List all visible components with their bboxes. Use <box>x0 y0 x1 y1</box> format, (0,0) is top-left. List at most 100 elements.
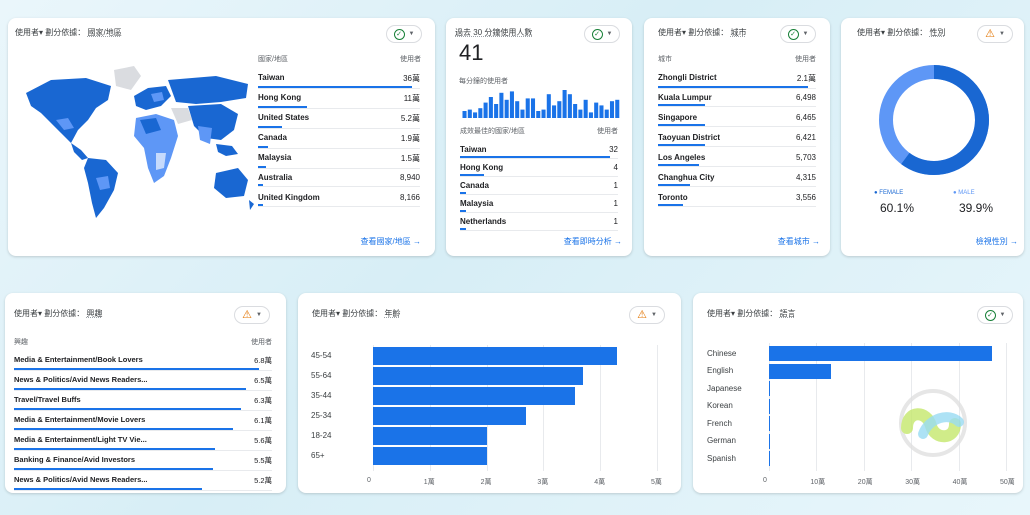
row-share-bar <box>658 164 700 166</box>
row-divider <box>658 186 816 187</box>
row-share-bar <box>14 448 216 450</box>
check-circle-icon: ✓ <box>393 28 405 40</box>
row-value: 1.5萬 <box>400 154 420 163</box>
minute-bar <box>499 92 504 118</box>
age-bar-chart: 0 1萬 2萬 3萬 4萬 5萬 45-54 55-64 35-44 25-34 18-24 65+ <box>298 293 681 493</box>
realtime-title: 過去 30 分鐘使用人數 <box>455 28 533 37</box>
row-value: 6.1萬 <box>254 416 272 425</box>
bar[interactable] <box>373 387 575 405</box>
view-realtime-link[interactable]: 查看即時分析 → <box>564 236 622 247</box>
table-row[interactable]: Travel/Travel Buffs 6.3萬 <box>14 395 272 411</box>
table-row[interactable]: Zhongli District 2.1萬 <box>658 73 816 89</box>
status-ok-button[interactable]: ✓ ▼ <box>780 25 816 43</box>
bar[interactable] <box>769 381 770 396</box>
table-row[interactable]: United Kingdom 8,166 <box>258 193 420 207</box>
table-row[interactable]: Kuala Lumpur 6,498 <box>658 93 816 107</box>
per-minute-label: 每分鐘的使用者 <box>459 78 508 85</box>
row-label: Canada <box>460 181 489 190</box>
bar[interactable] <box>373 407 527 425</box>
row-divider <box>14 490 272 491</box>
status-ok-button[interactable]: ✓ ▼ <box>386 25 422 43</box>
card-title[interactable]: 使用者▾ 劃分依據： 興趣 <box>14 308 102 319</box>
bar[interactable] <box>373 447 487 465</box>
row-divider <box>258 128 420 129</box>
table-row[interactable]: Taoyuan District 6,421 <box>658 133 816 147</box>
status-warning-button[interactable]: ⚠ ▼ <box>977 25 1013 43</box>
table-row[interactable]: Australia 8,940 <box>258 173 420 187</box>
row-value: 6,498 <box>795 93 816 102</box>
row-value: 4,315 <box>795 173 816 182</box>
bar[interactable] <box>373 427 487 445</box>
minute-bar <box>609 101 615 118</box>
table-row[interactable]: Taiwan 32 <box>460 145 618 159</box>
table-row[interactable]: Changhua City 4,315 <box>658 173 816 187</box>
bar[interactable] <box>373 367 584 385</box>
table-row[interactable]: Media & Entertainment/Book Lovers 6.8萬 <box>14 355 272 371</box>
card-title[interactable]: 使用者▾ 劃分依據： 性別 <box>857 27 945 38</box>
bar[interactable] <box>769 398 770 414</box>
x-tick-label: 4萬 <box>594 479 606 486</box>
bar[interactable] <box>769 433 770 449</box>
table-row[interactable]: Canada 1.9萬 <box>258 133 420 149</box>
table-row[interactable]: Singapore 6,465 <box>658 113 816 127</box>
table-row[interactable]: Canada 1 <box>460 181 618 195</box>
row-divider <box>658 166 816 167</box>
table-row[interactable]: Netherlands 1 <box>460 217 618 231</box>
bar[interactable] <box>373 347 618 365</box>
minute-bar <box>615 99 620 118</box>
row-label: Media & Entertainment/Light TV Vie... <box>14 435 147 444</box>
row-divider <box>460 194 618 195</box>
table-row[interactable]: News & Politics/Avid News Readers... 5.2萬 <box>14 475 272 491</box>
table-row[interactable]: Hong Kong 4 <box>460 163 618 177</box>
col-header-value: 使用者 <box>251 339 272 346</box>
row-value: 6,421 <box>795 133 816 142</box>
bar[interactable] <box>769 451 770 466</box>
y-category-label: 18-24 <box>311 431 332 440</box>
table-row[interactable]: News & Politics/Avid News Readers... 6.5萬 <box>14 375 272 391</box>
row-share-bar <box>658 86 809 88</box>
x-tick-label: 3萬 <box>537 479 549 486</box>
table-row[interactable]: Hong Kong 11萬 <box>258 93 420 109</box>
minute-bar <box>588 112 593 118</box>
row-share-bar <box>460 174 484 176</box>
bar[interactable] <box>769 416 770 431</box>
bar[interactable] <box>769 363 831 379</box>
card-title[interactable]: 使用者▾ 劃分依據： 城市 <box>658 27 746 38</box>
row-share-bar <box>258 146 268 148</box>
view-cities-link[interactable]: 查看城市 → <box>778 236 820 247</box>
y-category-label: German <box>707 436 736 445</box>
table-row[interactable]: Los Angeles 5,703 <box>658 153 816 167</box>
row-divider <box>14 430 272 431</box>
row-value: 8,166 <box>399 193 420 202</box>
table-row[interactable]: Malaysia 1 <box>460 199 618 213</box>
table-row[interactable]: Taiwan 36萬 <box>258 73 420 89</box>
x-tick-label: 0 <box>367 477 371 484</box>
row-label: Zhongli District <box>658 73 717 82</box>
row-label: Media & Entertainment/Book Lovers <box>14 355 143 364</box>
row-share-bar <box>258 86 412 88</box>
table-row[interactable]: Toronto 3,556 <box>658 193 816 207</box>
row-share-bar <box>14 408 242 410</box>
col-header-name: 成效最佳的國家/地區 <box>460 128 525 135</box>
card-title[interactable]: 使用者▾ 劃分依據： 國家/地區 <box>15 27 122 38</box>
status-warning-button[interactable]: ⚠ ▼ <box>234 306 270 324</box>
row-share-bar <box>14 468 213 470</box>
table-row[interactable]: Media & Entertainment/Movie Lovers 6.1萬 <box>14 415 272 431</box>
table-row[interactable]: United States 5.2萬 <box>258 113 420 129</box>
row-share-bar <box>14 388 247 390</box>
minute-bar <box>478 108 483 118</box>
row-divider <box>258 108 420 109</box>
table-row[interactable]: Banking & Finance/Avid Investors 5.5萬 <box>14 455 272 471</box>
view-gender-link[interactable]: 檢視性別 → <box>976 236 1018 247</box>
warning-icon: ⚠ <box>985 27 995 40</box>
x-tick-label: 1萬 <box>423 479 435 486</box>
table-row[interactable]: Malaysia 1.5萬 <box>258 153 420 169</box>
bar[interactable] <box>769 346 992 361</box>
status-ok-button[interactable]: ✓ ▼ <box>584 25 620 43</box>
grid-line <box>657 345 658 471</box>
view-countries-link[interactable]: 查看國家/地區 → <box>361 236 421 247</box>
table-row[interactable]: Media & Entertainment/Light TV Vie... 5.6… <box>14 435 272 451</box>
y-category-label: Japanese <box>707 383 742 393</box>
row-label: Hong Kong <box>460 163 504 172</box>
minute-bar <box>583 99 588 118</box>
